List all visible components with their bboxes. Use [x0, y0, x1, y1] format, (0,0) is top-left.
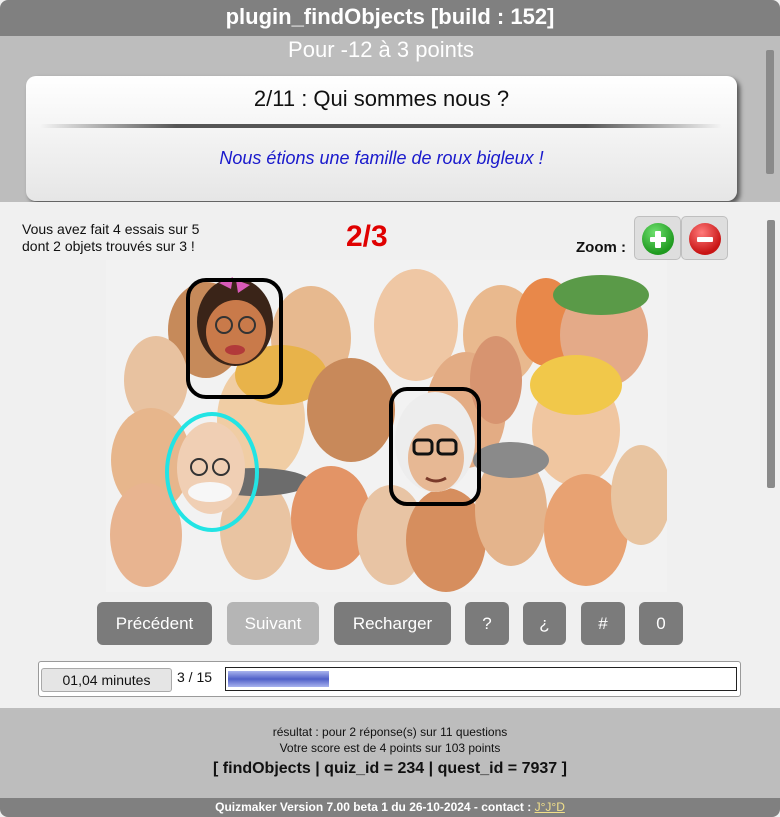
hash-button[interactable]: #	[581, 602, 625, 645]
zoom-in-button[interactable]	[634, 216, 681, 260]
hint-button[interactable]: ¿	[523, 602, 566, 645]
zoom-label: Zoom :	[576, 239, 626, 256]
question-hint: Nous étions une famille de roux bigleux …	[219, 148, 544, 168]
header-scrollbar[interactable]	[766, 50, 774, 174]
attempts-info: Vous avez fait 4 essais sur 5 dont 2 obj…	[22, 221, 199, 255]
app-title: plugin_findObjects [build : 152]	[225, 4, 555, 29]
found-line: dont 2 objets trouvés sur 3 !	[22, 238, 195, 254]
found-counter: 2/3	[346, 220, 388, 253]
reload-button[interactable]: Recharger	[334, 602, 451, 645]
plus-icon	[642, 223, 674, 255]
game-scrollbar[interactable]	[767, 220, 775, 488]
question-counter: 3 / 15	[177, 669, 213, 685]
target-white-hair-man	[395, 392, 475, 492]
result-line: résultat : pour 2 réponse(s) sur 11 ques…	[272, 725, 508, 739]
progress-bar	[225, 667, 737, 691]
next-button[interactable]: Suivant	[227, 602, 319, 645]
ids-line: [ findObjects | quiz_id = 234 | quest_id…	[213, 760, 567, 777]
game-area: Vous avez fait 4 essais sur 5 dont 2 obj…	[0, 202, 780, 708]
app-title-bar: plugin_findObjects [build : 152]	[0, 0, 780, 36]
question-divider	[40, 124, 722, 128]
question-header: Pour -12 à 3 points 2/11 : Qui sommes no…	[0, 36, 780, 202]
question-title: 2/11 : Qui sommes nous ?	[253, 86, 510, 111]
previous-button[interactable]: Précédent	[97, 602, 212, 645]
attempts-line: Vous avez fait 4 essais sur 5	[22, 221, 200, 237]
question-card: 2/11 : Qui sommes nous ? Nous étions une…	[26, 76, 737, 201]
help-button[interactable]: ?	[465, 602, 509, 645]
find-objects-image[interactable]	[106, 260, 667, 592]
progress-panel: 01,04 minutes 3 / 15	[38, 661, 741, 697]
target-old-man	[177, 422, 245, 514]
points-range: Pour -12 à 3 points	[288, 37, 474, 62]
progress-fill	[228, 671, 329, 687]
version-bar: Quizmaker Version 7.00 beta 1 du 26-10-2…	[0, 798, 780, 817]
results-footer: résultat : pour 2 réponse(s) sur 11 ques…	[0, 708, 780, 798]
minus-icon	[689, 223, 721, 255]
timer-display: 01,04 minutes	[41, 668, 172, 692]
score-line: Votre score est de 4 points sur 103 poin…	[279, 741, 501, 755]
version-text: Quizmaker Version 7.00 beta 1 du 26-10-2…	[215, 800, 535, 814]
zoom-out-button[interactable]	[681, 216, 728, 260]
contact-link[interactable]: J°J°D	[535, 800, 565, 814]
caricature-crowd[interactable]	[106, 260, 667, 592]
zero-button[interactable]: 0	[639, 602, 683, 645]
